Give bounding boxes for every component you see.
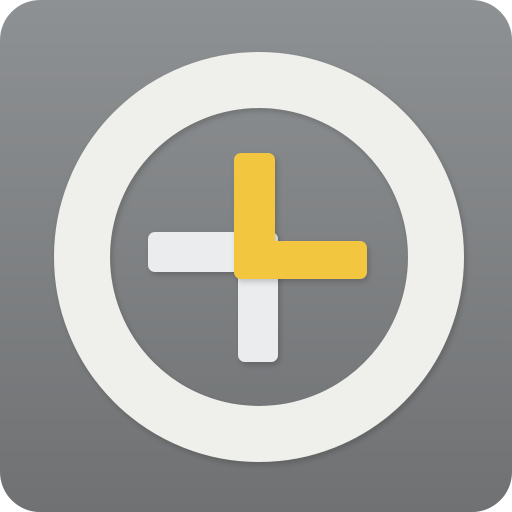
- app-icon-stage: [0, 0, 512, 512]
- clock-plus-icon[interactable]: [0, 0, 512, 512]
- clock-hand-horizontal: [234, 241, 367, 279]
